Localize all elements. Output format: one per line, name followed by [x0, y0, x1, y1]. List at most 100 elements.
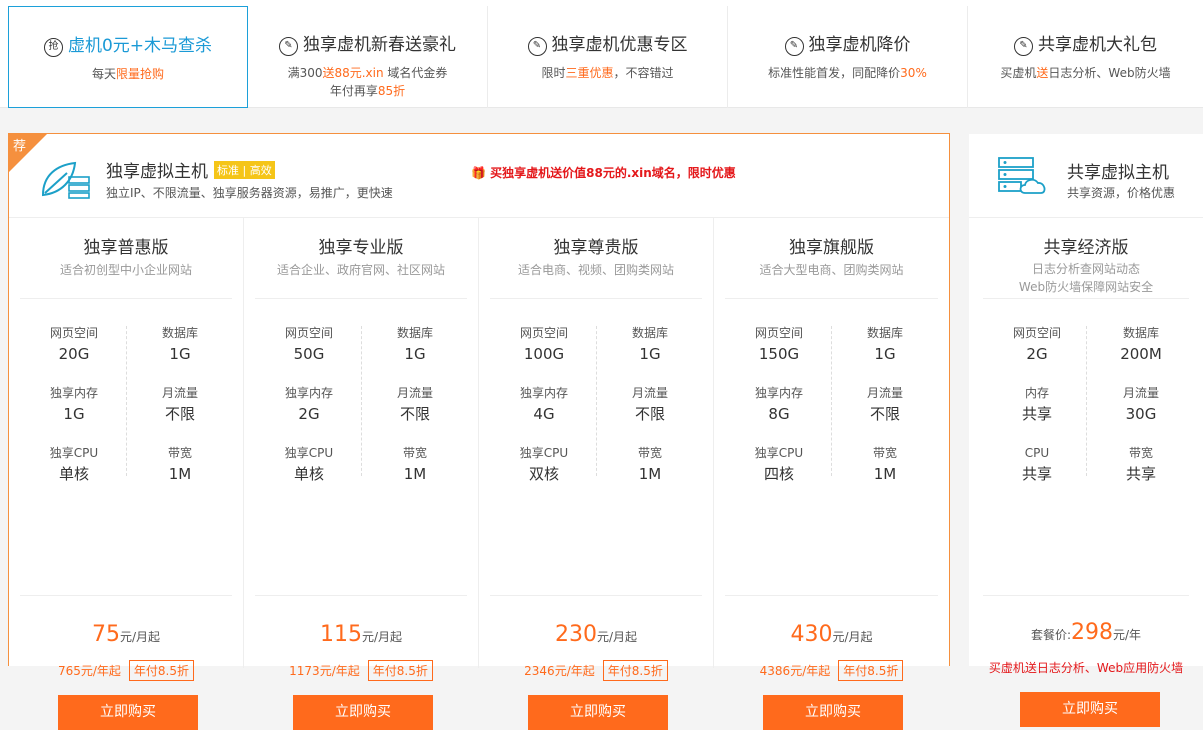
- divider: [255, 298, 467, 299]
- plan-flagship: 独享旗舰版 适合大型电商、团购类网站 网页空间 150G 数据库 1G 独享内存 8G 月流量不…: [714, 218, 949, 730]
- plan-sub: 日志分析查网站动态 Web防火墙保障网站安全: [969, 260, 1203, 296]
- spec-item: 独享内存 8G: [725, 384, 833, 425]
- spec-item: 网页空间 100G: [490, 324, 598, 365]
- divider: [725, 298, 938, 299]
- gift-promo[interactable]: 🎁 买独享虚机送价值88元的.xin域名，限时优惠: [471, 164, 736, 181]
- spec-item: 内存 共享: [983, 384, 1091, 425]
- promo-text: 域名代金券: [383, 66, 448, 80]
- spec-item: 月流量 不限: [361, 384, 469, 425]
- price-value: 75: [91, 622, 120, 647]
- gift-text: 买独享虚机送价值88元的.xin域名，限时优惠: [490, 166, 736, 180]
- spec-key: 网页空间: [49, 326, 98, 340]
- promo-highlight: 限量抢购: [116, 67, 165, 81]
- spec-key: 带宽: [402, 446, 427, 460]
- divider: [490, 298, 702, 299]
- spec-value: 四核: [763, 465, 794, 483]
- promo-text: 限时: [541, 66, 566, 80]
- promo-highlight: 送88元.xin: [322, 66, 384, 80]
- buy-button[interactable]: 立即购买: [763, 695, 903, 730]
- server-cloud-icon: [998, 157, 1046, 194]
- spec-value: 1M: [403, 465, 427, 483]
- spec-value: 2G: [1026, 345, 1048, 363]
- spec-key: CPU: [1024, 446, 1050, 460]
- plan-name: 独享旗舰版: [789, 238, 874, 258]
- spec-key: 独享CPU: [519, 446, 569, 460]
- promo-tab-price-drop[interactable]: ✎ 独享虚机降价 标准性能首发，同配降价30%: [728, 6, 968, 108]
- plan-year-price: 4386元/年起 年付8.5折: [714, 660, 949, 681]
- promo-text: 年付再享: [329, 84, 378, 98]
- spec-key: 带宽: [637, 446, 662, 460]
- price-unit: 元/月起: [361, 630, 403, 644]
- plan-price: 套餐价:298元/年: [969, 620, 1203, 645]
- spec-key: 独享内存: [519, 386, 568, 400]
- spec-item: 月流量 30G: [1087, 384, 1195, 425]
- plan-sub: 适合电商、视频、团购类网站: [517, 263, 674, 277]
- spec-item: 月流量 不限: [596, 384, 704, 425]
- spec-value: 1M: [638, 465, 662, 483]
- spec-value: 共享: [1021, 405, 1052, 423]
- promo-tab-discount-zone[interactable]: ✎ 独享虚机优惠专区 限时三重优惠，不容错过: [488, 6, 728, 108]
- plan-shared-economy: 共享经济版 日志分析查网站动态 Web防火墙保障网站安全 网页空间 2G 数据库 20…: [969, 218, 1203, 727]
- price-unit: 元/年: [1113, 628, 1142, 642]
- spec-item: 独享内存 1G: [20, 384, 128, 425]
- spec-item: 独享CPU 双核: [490, 444, 598, 485]
- promo-tab-title: 虚机0元+木马查杀: [67, 36, 213, 56]
- grab-icon: 抢: [43, 38, 63, 57]
- spec-value: 1G: [169, 345, 191, 363]
- price-prefix: 套餐价:: [1030, 628, 1071, 642]
- shared-vhost-panel: 共享虚拟主机 共享资源，价格优惠 共享经济版 日志分析查网站动态 Web防火墙保障…: [969, 134, 1203, 727]
- spec-value: 不限: [869, 405, 900, 423]
- spec-item: 网页空间 50G: [255, 324, 363, 365]
- spec-key: 数据库: [631, 326, 668, 340]
- spec-value: 不限: [164, 405, 195, 423]
- spec-value: 200M: [1120, 345, 1162, 363]
- spec-item: 数据库 1G: [596, 324, 704, 365]
- plan-sub: 适合企业、政府官网、社区网站: [276, 263, 445, 277]
- divider: [983, 595, 1189, 596]
- buy-button[interactable]: 立即购买: [1020, 692, 1160, 727]
- plan-price: 230元/月起: [479, 622, 713, 647]
- discount-badge: 年付8.5折: [602, 660, 668, 681]
- plan-year-price: 765元/年起 年付8.5折: [9, 660, 243, 681]
- spec-item: 带宽 1M: [126, 444, 234, 485]
- spec-item: 带宽 1M: [831, 444, 939, 485]
- plan-premium: 独享尊贵版 适合电商、视频、团购类网站 网页空间 100G 数据库 1G 独享内存 4G 月流量…: [479, 218, 714, 730]
- spec-value: 1M: [873, 465, 897, 483]
- spec-value: 不限: [399, 405, 430, 423]
- spec-key: 网页空间: [1012, 326, 1061, 340]
- side-desc: 共享资源，价格优惠: [1067, 186, 1176, 200]
- spec-key: 带宽: [167, 446, 192, 460]
- spec-item: 独享内存 2G: [255, 384, 363, 425]
- spec-key: 月流量: [1122, 386, 1159, 400]
- divider: [20, 595, 232, 596]
- pencil-icon: ✎: [279, 37, 298, 56]
- spec-item: 月流量 不限: [831, 384, 939, 425]
- promo-tab-new-year[interactable]: ✎ 独享虚机新春送豪礼 满300送88元.xin 域名代金券 年付再享85折: [248, 6, 488, 108]
- spec-key: 数据库: [866, 326, 903, 340]
- price-value: 430: [790, 622, 833, 647]
- side-title: 共享虚拟主机: [1067, 163, 1169, 183]
- plan-price: 115元/月起: [244, 622, 478, 647]
- spec-key: 独享CPU: [284, 446, 334, 460]
- price-value: 115: [319, 622, 362, 647]
- promo-tab-gift-pack[interactable]: ✎ 共享虚机大礼包 买虚机送日志分析、Web防火墙: [968, 6, 1203, 108]
- spec-key: 独享内存: [284, 386, 333, 400]
- promo-tab-title: 独享虚机降价: [808, 35, 911, 55]
- promo-tab-title: 独享虚机新春送豪礼: [303, 35, 456, 55]
- spec-item: 独享CPU 单核: [20, 444, 128, 485]
- spec-item: 带宽 1M: [361, 444, 469, 485]
- price-value: 298: [1071, 620, 1113, 645]
- spec-value: 双核: [528, 465, 559, 483]
- spec-value: 4G: [533, 405, 555, 423]
- buy-button[interactable]: 立即购买: [293, 695, 433, 730]
- spec-item: 独享CPU 单核: [255, 444, 363, 485]
- spec-key: 带宽: [872, 446, 897, 460]
- spec-value: 共享: [1125, 465, 1156, 483]
- buy-button[interactable]: 立即购买: [528, 695, 668, 730]
- year-price: 1173元/年起: [289, 664, 360, 678]
- price-value: 230: [554, 622, 597, 647]
- spec-value: 1G: [639, 345, 661, 363]
- promo-tab-free-vhost[interactable]: 抢虚机0元+木马查杀 每天限量抢购: [8, 6, 248, 108]
- buy-button[interactable]: 立即购买: [58, 695, 198, 730]
- spec-item: 独享内存 4G: [490, 384, 598, 425]
